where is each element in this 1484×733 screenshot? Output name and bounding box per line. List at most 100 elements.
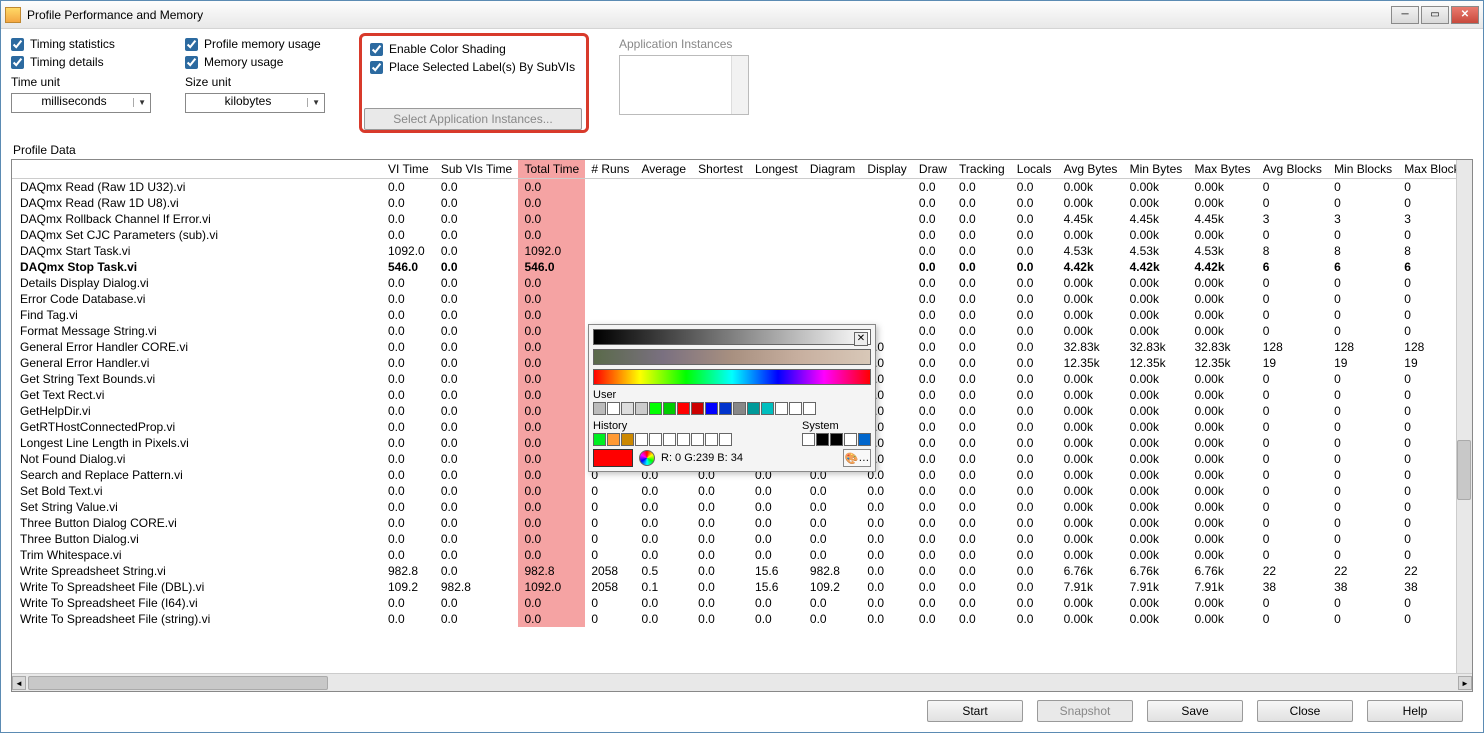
column-header[interactable]: Tracking	[953, 160, 1011, 179]
color-swatch[interactable]	[607, 433, 620, 446]
column-header[interactable]: Draw	[913, 160, 953, 179]
table-row[interactable]: Trim Whitespace.vi0.00.00.000.00.00.00.0…	[12, 547, 1472, 563]
color-swatch[interactable]	[649, 433, 662, 446]
table-row[interactable]: Three Button Dialog CORE.vi0.00.00.000.0…	[12, 515, 1472, 531]
column-header[interactable]: Display	[861, 160, 913, 179]
color-picker-popup[interactable]: ✕ User History System	[588, 324, 876, 472]
color-swatch[interactable]	[593, 433, 606, 446]
color-swatch[interactable]	[733, 402, 746, 415]
timing-statistics-checkbox[interactable]: Timing statistics	[11, 37, 171, 51]
start-button[interactable]: Start	[927, 700, 1023, 722]
column-header[interactable]: Max Bytes	[1189, 160, 1257, 179]
color-swatch[interactable]	[677, 402, 690, 415]
color-swatch[interactable]	[747, 402, 760, 415]
column-header[interactable]: Avg Bytes	[1058, 160, 1124, 179]
profile-memory-usage-checkbox[interactable]: Profile memory usage	[185, 37, 345, 51]
table-row[interactable]: Write Spreadsheet String.vi982.80.0982.8…	[12, 563, 1472, 579]
titlebar[interactable]: Profile Performance and Memory ─ ▭ ✕	[1, 1, 1483, 29]
table-row[interactable]: Three Button Dialog.vi0.00.00.000.00.00.…	[12, 531, 1472, 547]
table-row[interactable]: DAQmx Rollback Channel If Error.vi0.00.0…	[12, 211, 1472, 227]
color-strip-muted[interactable]	[593, 349, 871, 365]
table-row[interactable]: Write To Spreadsheet File (string).vi0.0…	[12, 611, 1472, 627]
table-row[interactable]: Find Tag.vi0.00.00.00.00.00.00.00k0.00k0…	[12, 307, 1472, 323]
color-swatch[interactable]	[719, 402, 732, 415]
color-strip-greys[interactable]: ✕	[593, 329, 871, 345]
table-row[interactable]: Write To Spreadsheet File (DBL).vi109.29…	[12, 579, 1472, 595]
color-swatch[interactable]	[844, 433, 857, 446]
color-swatch[interactable]	[705, 433, 718, 446]
table-row[interactable]: Error Code Database.vi0.00.00.00.00.00.0…	[12, 291, 1472, 307]
column-header[interactable]: Total Time	[518, 160, 585, 179]
column-header[interactable]: Min Blocks	[1328, 160, 1398, 179]
color-picker-close-icon[interactable]: ✕	[854, 332, 868, 346]
color-swatch[interactable]	[775, 402, 788, 415]
system-color-swatches[interactable]	[802, 433, 871, 446]
data-cell	[749, 243, 804, 259]
color-swatch[interactable]	[649, 402, 662, 415]
color-swatch[interactable]	[761, 402, 774, 415]
memory-usage-checkbox[interactable]: Memory usage	[185, 55, 345, 69]
time-unit-select[interactable]: milliseconds	[11, 93, 151, 113]
column-header[interactable]: Avg Blocks	[1257, 160, 1328, 179]
column-header[interactable]: Average	[636, 160, 693, 179]
select-application-instances-button[interactable]: Select Application Instances...	[364, 108, 582, 130]
maximize-button[interactable]: ▭	[1421, 6, 1449, 24]
size-unit-select[interactable]: kilobytes	[185, 93, 325, 113]
color-swatch[interactable]	[858, 433, 871, 446]
vertical-scrollbar[interactable]	[1456, 160, 1472, 673]
user-color-swatches[interactable]	[593, 402, 871, 415]
color-swatch[interactable]	[691, 433, 704, 446]
color-swatch[interactable]	[816, 433, 829, 446]
horizontal-scrollbar[interactable]: ◄ ►	[12, 673, 1472, 691]
column-header[interactable]	[12, 160, 382, 179]
color-swatch[interactable]	[635, 433, 648, 446]
column-header[interactable]: Diagram	[804, 160, 862, 179]
timing-details-checkbox[interactable]: Timing details	[11, 55, 171, 69]
close-button[interactable]: ✕	[1451, 6, 1479, 24]
snapshot-button[interactable]: Snapshot	[1037, 700, 1133, 722]
color-swatch[interactable]	[691, 402, 704, 415]
color-swatch[interactable]	[803, 402, 816, 415]
table-row[interactable]: DAQmx Read (Raw 1D U8).vi0.00.00.00.00.0…	[12, 195, 1472, 211]
column-header[interactable]: Locals	[1011, 160, 1058, 179]
help-button[interactable]: Help	[1367, 700, 1463, 722]
color-swatch[interactable]	[663, 433, 676, 446]
color-swatch[interactable]	[705, 402, 718, 415]
column-header[interactable]: Shortest	[692, 160, 749, 179]
column-header[interactable]: # Runs	[585, 160, 635, 179]
column-header[interactable]: Min Bytes	[1124, 160, 1189, 179]
table-row[interactable]: Details Display Dialog.vi0.00.00.00.00.0…	[12, 275, 1472, 291]
table-row[interactable]: DAQmx Read (Raw 1D U32).vi0.00.00.00.00.…	[12, 179, 1472, 196]
more-colors-button[interactable]: 🎨…	[843, 449, 871, 467]
color-swatch[interactable]	[621, 402, 634, 415]
color-strip-hues[interactable]	[593, 369, 871, 385]
table-row[interactable]: DAQmx Stop Task.vi546.00.0546.00.00.00.0…	[12, 259, 1472, 275]
color-swatch[interactable]	[830, 433, 843, 446]
data-cell	[861, 179, 913, 196]
color-swatch[interactable]	[593, 402, 606, 415]
close-button-footer[interactable]: Close	[1257, 700, 1353, 722]
save-button[interactable]: Save	[1147, 700, 1243, 722]
table-row[interactable]: Set String Value.vi0.00.00.000.00.00.00.…	[12, 499, 1472, 515]
minimize-button[interactable]: ─	[1391, 6, 1419, 24]
column-header[interactable]: VI Time	[382, 160, 435, 179]
column-header[interactable]: Longest	[749, 160, 804, 179]
color-swatch[interactable]	[635, 402, 648, 415]
place-selected-labels-checkbox[interactable]: Place Selected Label(s) By SubVIs	[370, 60, 578, 74]
history-color-swatches[interactable]	[593, 433, 732, 446]
color-swatch[interactable]	[663, 402, 676, 415]
table-row[interactable]: Write To Spreadsheet File (I64).vi0.00.0…	[12, 595, 1472, 611]
table-row[interactable]: DAQmx Start Task.vi1092.00.01092.00.00.0…	[12, 243, 1472, 259]
enable-color-shading-checkbox[interactable]: Enable Color Shading	[370, 42, 578, 56]
table-row[interactable]: DAQmx Set CJC Parameters (sub).vi0.00.00…	[12, 227, 1472, 243]
color-wheel-icon[interactable]	[639, 450, 655, 466]
column-header[interactable]: Sub VIs Time	[435, 160, 519, 179]
color-swatch[interactable]	[621, 433, 634, 446]
table-row[interactable]: Set Bold Text.vi0.00.00.000.00.00.00.00.…	[12, 483, 1472, 499]
color-swatch[interactable]	[789, 402, 802, 415]
color-swatch[interactable]	[607, 402, 620, 415]
color-swatch[interactable]	[719, 433, 732, 446]
color-swatch[interactable]	[677, 433, 690, 446]
application-instances-listbox[interactable]	[619, 55, 749, 115]
color-swatch[interactable]	[802, 433, 815, 446]
